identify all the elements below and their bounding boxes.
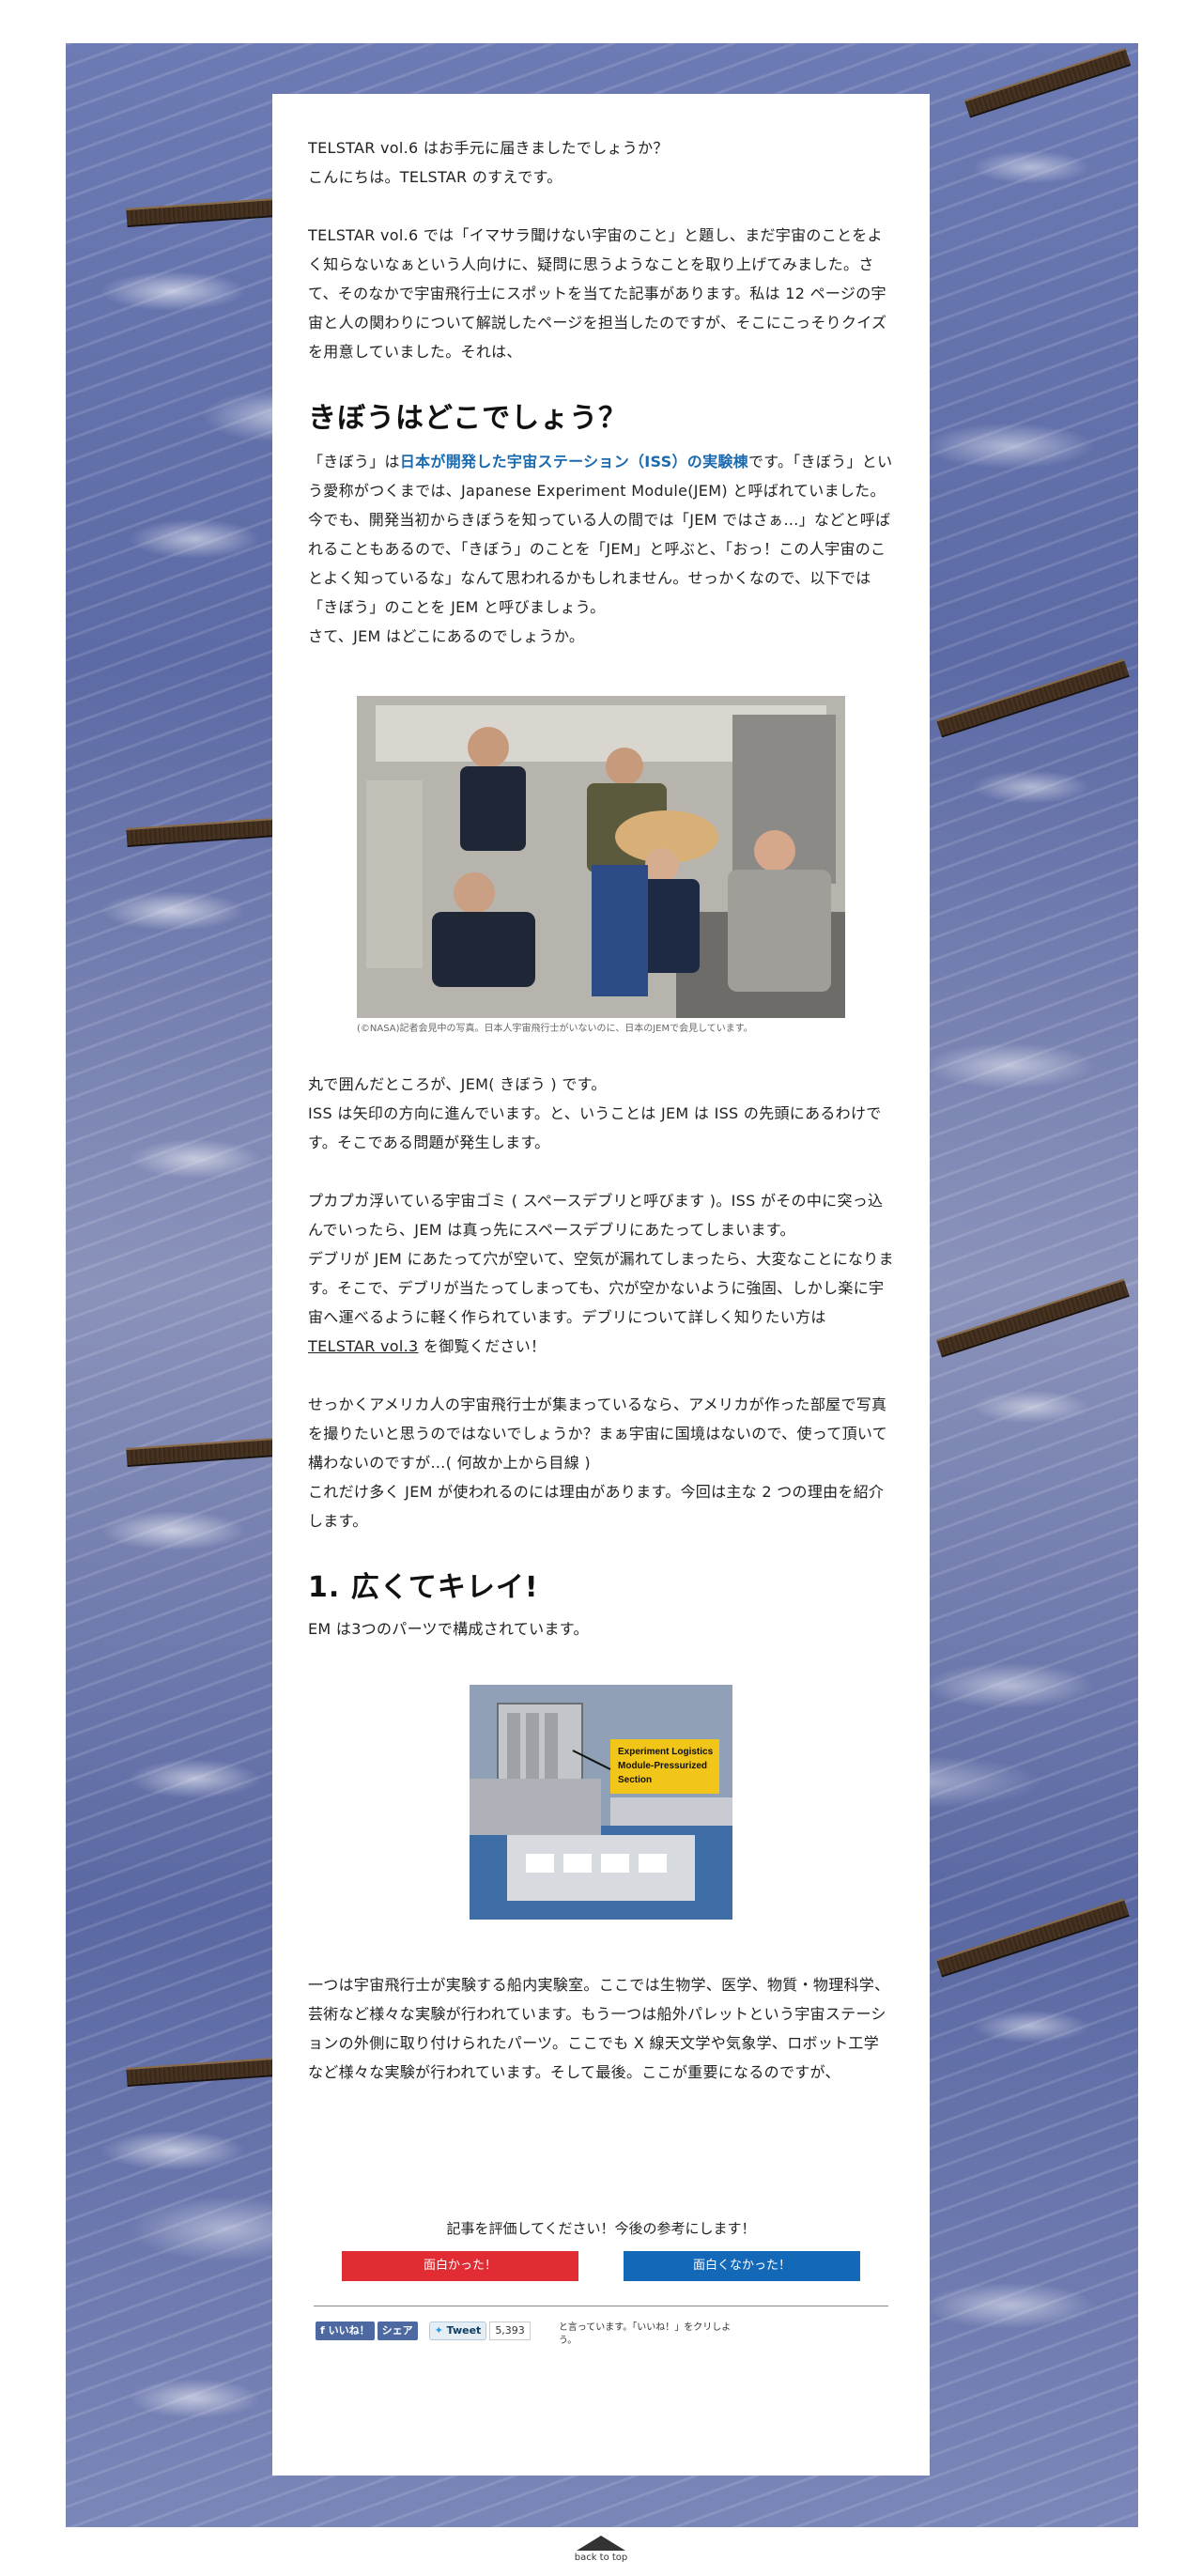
em-parts-paragraph: EM は3つのパーツで構成されています。 xyxy=(308,1620,589,1638)
kibo-paragraph: 「きぼう」は日本が開発した宇宙ステーション（ISS）の実験棟です。「きぼう」とい… xyxy=(308,447,894,622)
figure-label: Module-Pressurized xyxy=(618,1761,707,1771)
text-span: デブリが JEM にあたって穴が空いて、空気が漏れてしまったら、大変なことになり… xyxy=(308,1250,894,1326)
figure-label: Section xyxy=(618,1775,652,1785)
back-to-top-label: back to top xyxy=(574,2553,628,2563)
intro-line: TELSTAR vol.6 はお手元に届きましたでしょうか？ xyxy=(308,139,669,157)
telstar-vol3-link[interactable]: TELSTAR vol.3 xyxy=(308,1337,419,1355)
intro-paragraph: TELSTAR vol.6 では「イマサラ聞けない宇宙のこと」と題し、まだ宇宙の… xyxy=(308,226,887,361)
facebook-like-note: と言っています。「いいね！」をクリしよう。 xyxy=(558,2322,732,2346)
up-arrow-icon xyxy=(577,2536,625,2551)
tweet-button[interactable]: ✦ Tweet xyxy=(428,2321,487,2340)
twitter-bird-icon: ✦ xyxy=(434,2324,447,2337)
debris-paragraph: プカプカ浮いている宇宙ゴミ ( スペースデブリと呼びます )。ISS がその中に… xyxy=(308,1192,884,1239)
parts-detail-paragraph: 一つは宇宙飛行士が実験する船内実験室。ここでは生物学、医学、物質・物理科学、芸術… xyxy=(308,1976,890,2081)
rate-bad-button[interactable]: 面白くなかった！ xyxy=(624,2251,860,2281)
like-label: いいね！ xyxy=(328,2324,370,2337)
press-photo-figure: (©NASA)記者会見中の写真。日本人宇宙飛行士がいないのに、日本のJEMで会見… xyxy=(357,696,845,1034)
reasons-paragraph: これだけ多く JEM が使われるのには理由があります。今回は主な 2 つの理由を… xyxy=(308,1483,885,1530)
rating-section: 記事を評価してください！今後の参考にします！ 面白かった！ 面白くなかった！ xyxy=(308,2218,894,2281)
photo-caption: (©NASA)記者会見中の写真。日本人宇宙飛行士がいないのに、日本のJEMで会見… xyxy=(357,1024,753,1034)
astronaut-press-photo xyxy=(357,696,845,1018)
tweet-count: 5,393 xyxy=(489,2321,531,2340)
rating-title: 記事を評価してください！今後の参考にします！ xyxy=(446,2220,756,2237)
jem-paragraph: 丸で囲んだところが、JEM( きぼう ) です。 xyxy=(308,1075,607,1093)
tweet-label: Tweet xyxy=(446,2324,482,2337)
back-to-top-link[interactable]: back to top xyxy=(573,2536,629,2563)
jem-module-illustration: Experiment Logistics Module-Pressurized … xyxy=(470,1685,732,1920)
facebook-icon: f xyxy=(320,2324,329,2337)
debris-paragraph: デブリが JEM にあたって穴が空いて、空気が漏れてしまったら、大変なことになり… xyxy=(308,1244,894,1361)
intro-line: こんにちは。TELSTAR のすえです。 xyxy=(308,168,562,186)
kibo-question: さて、JEM はどこにあるのでしょうか。 xyxy=(308,627,585,645)
jem-paragraph: ISS は矢印の方向に進んでいます。と、いうことは JEM は ISS の先頭に… xyxy=(308,1104,882,1151)
facebook-share-button[interactable]: シェア xyxy=(377,2321,418,2340)
text-span: を御覧ください！ xyxy=(418,1337,547,1355)
facebook-like-button[interactable]: f いいね！ xyxy=(316,2321,375,2340)
rate-good-button[interactable]: 面白かった！ xyxy=(342,2251,578,2281)
usa-paragraph: せっかくアメリカ人の宇宙飛行士が集まっているなら、アメリカが作った部屋で写真を撮… xyxy=(308,1396,888,1472)
jem-link[interactable]: 日本が開発した宇宙ステーション（ISS）の実験棟 xyxy=(400,453,748,470)
article-container: TELSTAR vol.6 はお手元に届きましたでしょうか？ こんにちは。TEL… xyxy=(272,94,930,2476)
figure-label: Experiment Logistics xyxy=(618,1747,714,1757)
section-heading-wide-clean: 1. 広くてキレイ! xyxy=(308,1571,539,1604)
section-heading-kibo: きぼうはどこでしょう？ xyxy=(308,402,628,435)
social-share-bar: f いいね！ シェア ✦ Tweet 5,393 と言っています。「いいね！」を… xyxy=(316,2321,886,2348)
text-span: 「きぼう」は xyxy=(308,453,400,470)
text-span: です。「きぼう」という愛称がつくまでは、Japanese Experiment … xyxy=(308,453,893,616)
